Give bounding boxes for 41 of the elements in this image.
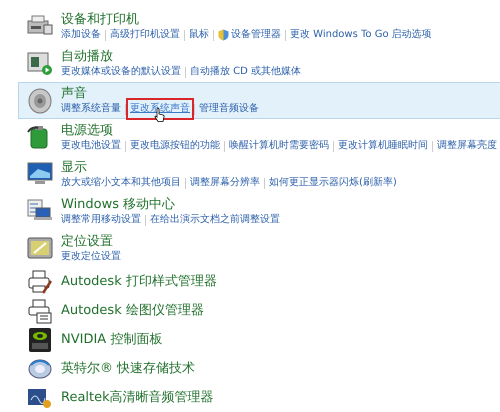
monitor-icon	[26, 161, 54, 187]
autoplay-icon	[26, 50, 54, 76]
category-link[interactable]: 英特尔® 快速存储技术	[61, 360, 196, 377]
category-link[interactable]: Autodesk 绘图仪管理器	[61, 302, 204, 319]
task-link[interactable]: 自动播放 CD 或其他媒体	[190, 65, 302, 79]
task-link[interactable]: 鼠标	[189, 28, 209, 42]
task-link[interactable]: 设备管理器	[231, 28, 281, 42]
category-link[interactable]: 电源选项	[61, 122, 113, 139]
printer-brush-icon	[27, 268, 53, 294]
task-link[interactable]: 更改 Windows To Go 启动选项	[290, 28, 432, 42]
category-link[interactable]: 显示	[61, 159, 87, 176]
task-link[interactable]: 调整屏幕分辨率	[190, 176, 260, 190]
printer-device-icon	[26, 13, 54, 37]
speaker-icon	[27, 87, 53, 115]
category-link[interactable]: 定位设置	[61, 233, 113, 250]
task-link[interactable]: 更改媒体或设备的默认设置	[61, 65, 181, 79]
task-link[interactable]: 唤醒计算机时需要密码	[229, 139, 329, 153]
task-link[interactable]: 高级打印机设置	[110, 28, 180, 42]
task-link[interactable]: 调整系统音量	[61, 102, 121, 116]
category-link[interactable]: 自动播放	[61, 48, 113, 65]
task-link[interactable]: 添加设备	[61, 28, 101, 42]
category-link[interactable]: 声音	[61, 85, 87, 102]
task-link[interactable]: 更改电源按钮的功能	[130, 139, 220, 153]
task-link[interactable]: 更改计算机睡眠时间	[338, 139, 428, 153]
task-link[interactable]: 调整屏幕亮度	[437, 139, 497, 153]
category-link[interactable]: 设备和打印机	[61, 11, 139, 28]
task-link[interactable]: 在给出演示文档之前调整设置	[150, 213, 280, 227]
task-link[interactable]: 如何更正显示器闪烁(刷新率)	[269, 176, 397, 190]
category-link[interactable]: Windows 移动中心	[61, 196, 176, 213]
plotter-icon	[27, 298, 53, 324]
category-link[interactable]: Autodesk 打印样式管理器	[61, 273, 217, 290]
graphics-card-icon	[28, 326, 52, 352]
task-link[interactable]: 管理音频设备	[199, 102, 259, 116]
category-link[interactable]: Realtek高清晰音频管理器	[61, 389, 214, 406]
task-link[interactable]: 更改定位设置	[61, 250, 121, 264]
map-screen-icon	[26, 235, 54, 261]
category-link[interactable]: NVIDIA 控制面板	[61, 331, 162, 348]
sync-disc-icon	[27, 356, 53, 380]
task-link[interactable]: 更改电池设置	[61, 139, 121, 153]
task-link[interactable]: 放大或缩小文本和其他项目	[61, 176, 181, 190]
task-link[interactable]: 调整常用移动设置	[61, 213, 141, 227]
